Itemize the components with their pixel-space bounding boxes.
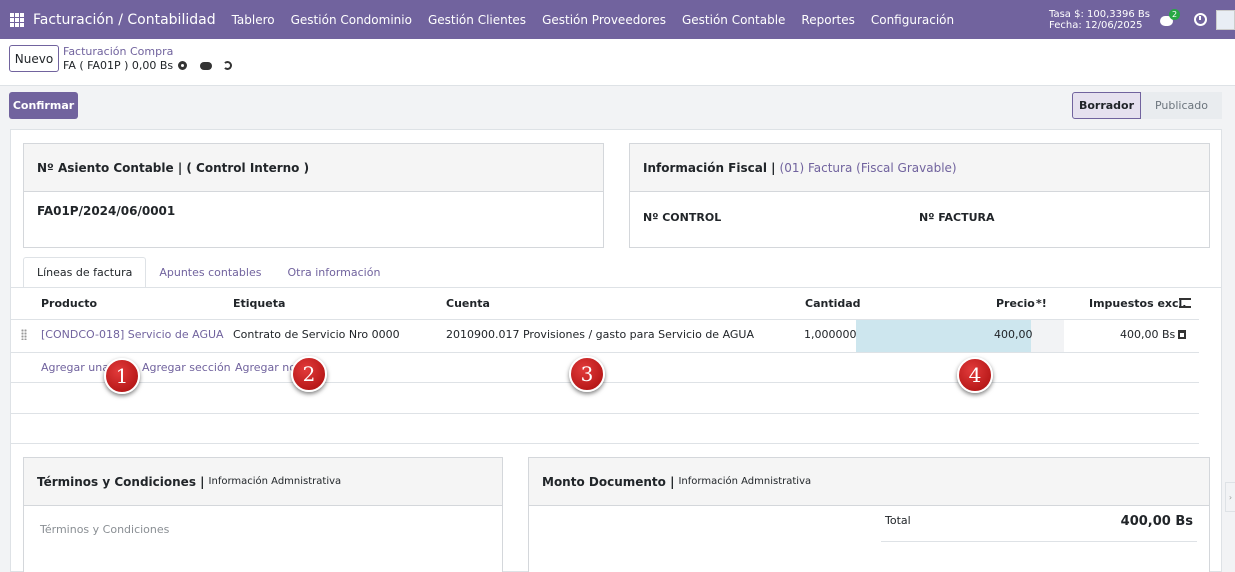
- trash-icon[interactable]: [1178, 330, 1186, 339]
- messages-icon[interactable]: 2: [1160, 8, 1181, 28]
- chatter-toggle-icon[interactable]: ›: [1225, 482, 1235, 512]
- annotation-marker-3: 3: [569, 356, 605, 392]
- total-value: 400,00 Bs: [1120, 514, 1193, 529]
- invoice-number-label: Nº FACTURA: [919, 211, 995, 224]
- col-header-precio[interactable]: Precio: [996, 297, 1035, 310]
- control-panel: Nuevo Facturación Compra FA ( FA01P ) 0,…: [0, 39, 1235, 86]
- terms-card-subtitle: Información Admnistrativa: [208, 476, 342, 487]
- add-note-link[interactable]: Agregar no: [235, 361, 296, 374]
- col-header-flag[interactable]: *!: [1036, 297, 1047, 310]
- amount-card: Monto Documento | Información Admnistrat…: [528, 457, 1210, 572]
- col-header-cuenta[interactable]: Cuenta: [446, 297, 490, 310]
- terms-card: Términos y Condiciones | Información Adm…: [23, 457, 503, 572]
- breadcrumb-current-label: FA ( FA01P ) 0,00 Bs: [63, 59, 174, 72]
- confirm-button[interactable]: Confirmar: [9, 92, 78, 119]
- menu-item-reportes[interactable]: Reportes: [801, 13, 854, 27]
- col-header-producto[interactable]: Producto: [41, 297, 97, 310]
- line-label[interactable]: Contrato de Servicio Nro 0000: [233, 328, 400, 341]
- line-account[interactable]: 2010900.017 Provisiones / gasto para Ser…: [446, 328, 754, 341]
- exchange-rate-info: Tasa $: 100,3396 Bs Fecha: 12/06/2025: [1049, 9, 1150, 31]
- row-divider: [11, 382, 1199, 383]
- menu-item-gestion-condominio[interactable]: Gestión Condominio: [291, 13, 412, 27]
- amount-card-body: Total 400,00 Bs: [529, 506, 1209, 572]
- amount-card-header: Monto Documento | Información Admnistrat…: [529, 458, 1209, 506]
- line-quantity[interactable]: 1,000000: [804, 328, 857, 341]
- fiscal-card-header: Información Fiscal | (01) Factura (Fisca…: [630, 144, 1209, 192]
- terms-input[interactable]: Términos y Condiciones: [24, 506, 502, 536]
- notebook-tabs: Líneas de factura Apuntes contables Otra…: [23, 257, 393, 288]
- menu-item-gestion-clientes[interactable]: Gestión Clientes: [428, 13, 526, 27]
- row-divider: [11, 443, 1199, 444]
- add-line-link[interactable]: Agregar una: [41, 361, 109, 374]
- app-brand[interactable]: Facturación / Contabilidad: [33, 12, 216, 28]
- menu-item-tablero[interactable]: Tablero: [232, 13, 275, 27]
- fiscal-card-body: Nº CONTROL Nº FACTURA: [630, 192, 1209, 248]
- col-header-impuestos[interactable]: Impuestos excl.: [1089, 297, 1187, 310]
- amount-card-subtitle: Información Admnistrativa: [678, 476, 812, 487]
- annotation-marker-4: 4: [957, 357, 993, 393]
- total-divider: [881, 541, 1197, 542]
- cloud-save-icon[interactable]: [200, 61, 213, 70]
- menu-item-gestion-contable[interactable]: Gestión Contable: [682, 13, 785, 27]
- add-section-link[interactable]: Agregar sección: [142, 361, 231, 374]
- main-menu: Tablero Gestión Condominio Gestión Clien…: [232, 13, 971, 27]
- flag-cell: [1031, 320, 1064, 353]
- user-avatar[interactable]: [1216, 9, 1235, 30]
- tab-apuntes-contables[interactable]: Apuntes contables: [146, 257, 274, 288]
- fiscal-info-card: Información Fiscal | (01) Factura (Fisca…: [629, 143, 1210, 248]
- status-posted[interactable]: Publicado: [1141, 92, 1222, 119]
- terms-card-header: Términos y Condiciones | Información Adm…: [24, 458, 502, 506]
- amount-card-title: Monto Documento |: [542, 474, 675, 489]
- row-divider: [11, 413, 1199, 414]
- tab-divider: [11, 287, 1221, 288]
- fiscal-type-link[interactable]: (01) Factura (Fiscal Gravable): [780, 161, 957, 175]
- annotation-marker-2: 2: [291, 356, 327, 392]
- entry-number: FA01P/2024/06/0001: [37, 204, 176, 218]
- breadcrumb-parent[interactable]: Facturación Compra: [63, 45, 173, 58]
- exchange-rate: Tasa $: 100,3396 Bs: [1049, 8, 1150, 20]
- drag-handle-icon[interactable]: [21, 329, 27, 340]
- line-price[interactable]: 400,00: [994, 328, 1033, 341]
- terms-card-title: Términos y Condiciones |: [37, 474, 205, 489]
- line-subtotal: 400,00 Bs: [1120, 328, 1176, 341]
- fiscal-card-title: Información Fiscal |: [643, 160, 776, 175]
- messages-badge: 2: [1169, 8, 1181, 20]
- status-bar: Borrador Publicado: [1072, 92, 1222, 119]
- new-button[interactable]: Nuevo: [9, 45, 59, 72]
- tab-lineas-factura[interactable]: Líneas de factura: [23, 257, 147, 288]
- col-header-etiqueta[interactable]: Etiqueta: [233, 297, 285, 310]
- form-sheet: Nº Asiento Contable | ( Control Interno …: [10, 129, 1222, 572]
- menu-item-configuracion[interactable]: Configuración: [871, 13, 954, 27]
- row-divider: [11, 352, 1199, 353]
- annotation-marker-1: 1: [104, 358, 140, 394]
- optional-columns-icon[interactable]: [1179, 298, 1191, 308]
- line-product[interactable]: [CONDCO-018] Servicio de AGUA: [41, 328, 224, 341]
- col-header-cantidad[interactable]: Cantidad: [805, 297, 861, 310]
- top-navbar: Facturación / Contabilidad Tablero Gesti…: [0, 0, 1235, 39]
- tab-otra-informacion[interactable]: Otra información: [274, 257, 393, 288]
- menu-item-gestion-proveedores[interactable]: Gestión Proveedores: [542, 13, 666, 27]
- apps-menu-icon[interactable]: [10, 12, 24, 27]
- activity-clock-icon[interactable]: [1194, 13, 1207, 26]
- current-date: Fecha: 12/06/2025: [1049, 19, 1143, 31]
- control-number-label: Nº CONTROL: [643, 211, 722, 224]
- discard-icon[interactable]: [223, 61, 233, 70]
- total-label: Total: [885, 514, 911, 527]
- breadcrumb-current: FA ( FA01P ) 0,00 Bs: [63, 59, 233, 72]
- status-draft[interactable]: Borrador: [1072, 92, 1141, 119]
- accounting-card-title: Nº Asiento Contable | ( Control Interno …: [24, 144, 603, 192]
- navbar-systray: Tasa $: 100,3396 Bs Fecha: 12/06/2025 2: [1049, 0, 1235, 39]
- gear-icon[interactable]: [178, 61, 188, 70]
- accounting-entry-card: Nº Asiento Contable | ( Control Interno …: [23, 143, 604, 248]
